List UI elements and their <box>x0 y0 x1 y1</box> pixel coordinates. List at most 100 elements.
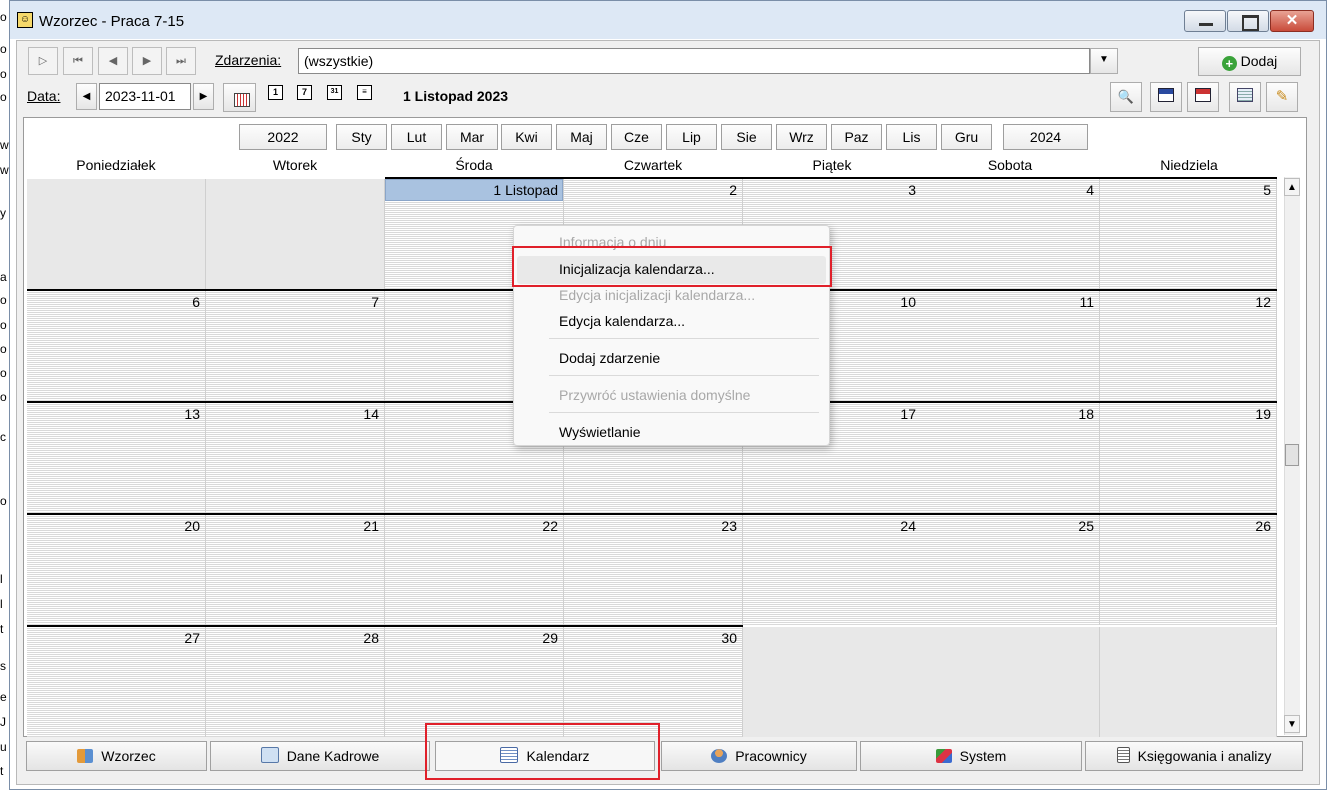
day-view-icon[interactable]: 1 <box>268 85 283 100</box>
day-cell[interactable]: 22 <box>385 515 564 625</box>
day-cell[interactable]: 18 <box>921 403 1100 513</box>
scroll-thumb[interactable] <box>1285 444 1299 466</box>
tab-pracownicy[interactable]: Pracownicy <box>661 741 857 771</box>
close-button[interactable]: ✕ <box>1270 10 1314 32</box>
day-cell[interactable]: 5 <box>1100 179 1277 289</box>
date-input[interactable]: 2023-11-01 <box>99 83 191 110</box>
date-prev-button[interactable]: ◀ <box>76 83 97 110</box>
background-text: o <box>0 342 7 356</box>
month-button-maj[interactable]: Maj <box>556 124 607 150</box>
tab-system[interactable]: System <box>860 741 1082 771</box>
menu-item-display[interactable]: Wyświetlanie <box>559 424 641 440</box>
day-cell[interactable]: 23 <box>564 515 743 625</box>
nav-next-button[interactable]: ▶ <box>132 47 162 75</box>
week-divider <box>27 513 1277 515</box>
weekday-header: Piątek <box>812 157 852 173</box>
arrow-right-icon: ▶ <box>199 91 208 102</box>
tab-dane-kadrowe[interactable]: Dane Kadrowe <box>210 741 430 771</box>
day-number: 20 <box>184 518 200 534</box>
search-icon: 🔍 <box>1117 89 1135 104</box>
calendar-edit-button[interactable] <box>1150 82 1182 112</box>
people-icon <box>77 749 94 763</box>
maximize-button[interactable] <box>1227 10 1269 32</box>
id-card-icon <box>260 747 279 763</box>
day-cell[interactable]: 13 <box>27 403 206 513</box>
menu-item-edit-calendar[interactable]: Edycja kalendarza... <box>559 313 685 329</box>
skip-back-icon: ⏮ <box>73 55 83 67</box>
title-bar[interactable] <box>10 1 1326 39</box>
menu-item-restore-defaults[interactable]: Przywróć ustawienia domyślne <box>559 387 750 403</box>
month-view-icon[interactable]: 31 <box>327 85 342 100</box>
background-text: a <box>0 270 7 284</box>
add-button[interactable]: + Dodaj <box>1198 47 1301 76</box>
edit-button[interactable]: ✎ <box>1266 82 1298 112</box>
day-cell[interactable]: 26 <box>1100 515 1277 625</box>
day-cell[interactable]: 20 <box>27 515 206 625</box>
year-view-icon[interactable]: ≡ <box>357 85 372 100</box>
day-number: 29 <box>542 630 558 646</box>
day-number: 11 <box>1079 294 1094 310</box>
date-next-button[interactable]: ▶ <box>193 83 214 110</box>
day-cell[interactable]: 12 <box>1100 291 1277 401</box>
month-button-gru[interactable]: Gru <box>941 124 992 150</box>
ledger-icon <box>1116 747 1130 763</box>
day-cell[interactable]: 11 <box>921 291 1100 401</box>
month-button-sie[interactable]: Sie <box>721 124 772 150</box>
scroll-up-button[interactable]: ▲ <box>1284 178 1300 196</box>
calendar-view-button[interactable] <box>1229 82 1261 112</box>
day-cell[interactable]: 19 <box>1100 403 1277 513</box>
day-number: 21 <box>363 518 379 534</box>
highlight-box-tab <box>425 723 660 780</box>
month-button-wrz[interactable]: Wrz <box>776 124 827 150</box>
nav-first-button[interactable]: ▷ <box>28 47 58 75</box>
day-cell[interactable]: 29 <box>385 627 564 737</box>
maximize-icon <box>1242 15 1259 31</box>
week-view-icon[interactable]: 7 <box>297 85 312 100</box>
day-number: 23 <box>721 518 737 534</box>
day-number: 14 <box>363 406 379 422</box>
month-button-lut[interactable]: Lut <box>391 124 442 150</box>
app-icon: ☺ <box>17 12 33 28</box>
next-year-button[interactable]: 2024 <box>1003 124 1088 150</box>
month-button-lis[interactable]: Lis <box>886 124 937 150</box>
day-cell[interactable]: 7 <box>206 291 385 401</box>
day-cell[interactable]: 28 <box>206 627 385 737</box>
day-cell[interactable]: 21 <box>206 515 385 625</box>
events-combobox[interactable]: (wszystkie) <box>298 48 1090 74</box>
day-cell[interactable]: 25 <box>921 515 1100 625</box>
nav-end-button[interactable]: ⏭ <box>166 47 196 75</box>
day-cell[interactable]: 30 <box>564 627 743 737</box>
day-number: 19 <box>1255 406 1271 422</box>
date-picker-button[interactable] <box>223 83 256 112</box>
month-button-sty[interactable]: Sty <box>336 124 387 150</box>
background-text: u <box>0 740 7 754</box>
month-button-lip[interactable]: Lip <box>666 124 717 150</box>
day-cell[interactable]: 24 <box>743 515 922 625</box>
day-cell[interactable]: 4 <box>921 179 1100 289</box>
month-button-cze[interactable]: Cze <box>611 124 662 150</box>
nav-prev-button[interactable]: ◀ <box>98 47 128 75</box>
menu-item-add-event[interactable]: Dodaj zdarzenie <box>559 350 660 366</box>
day-cell[interactable]: 6 <box>27 291 206 401</box>
day-number: 25 <box>1078 518 1094 534</box>
menu-item-edit-init[interactable]: Edycja inicjalizacji kalendarza... <box>559 287 755 303</box>
search-button[interactable]: 🔍 <box>1110 82 1142 112</box>
background-text: s <box>0 659 6 673</box>
day-cell[interactable]: 14 <box>206 403 385 513</box>
tab-wzorzec[interactable]: Wzorzec <box>26 741 207 771</box>
day-cell[interactable]: 27 <box>27 627 206 737</box>
events-dropdown-button[interactable]: ▼ <box>1090 48 1118 74</box>
minimize-button[interactable] <box>1184 10 1226 32</box>
month-button-mar[interactable]: Mar <box>446 124 498 150</box>
nav-begin-button[interactable]: ⏮ <box>63 47 93 75</box>
arrow-left-icon: ◀ <box>82 91 91 102</box>
calendar-swap-button[interactable] <box>1187 82 1219 112</box>
month-button-kwi[interactable]: Kwi <box>501 124 552 150</box>
scroll-down-button[interactable]: ▼ <box>1284 715 1300 733</box>
background-text: y <box>0 206 6 220</box>
tab-label: Pracownicy <box>735 748 807 764</box>
tab-label: System <box>959 748 1007 764</box>
prev-year-button[interactable]: 2022 <box>239 124 327 150</box>
month-button-paz[interactable]: Paz <box>831 124 882 150</box>
tab-ksiegowania[interactable]: Księgowania i analizy <box>1085 741 1303 771</box>
